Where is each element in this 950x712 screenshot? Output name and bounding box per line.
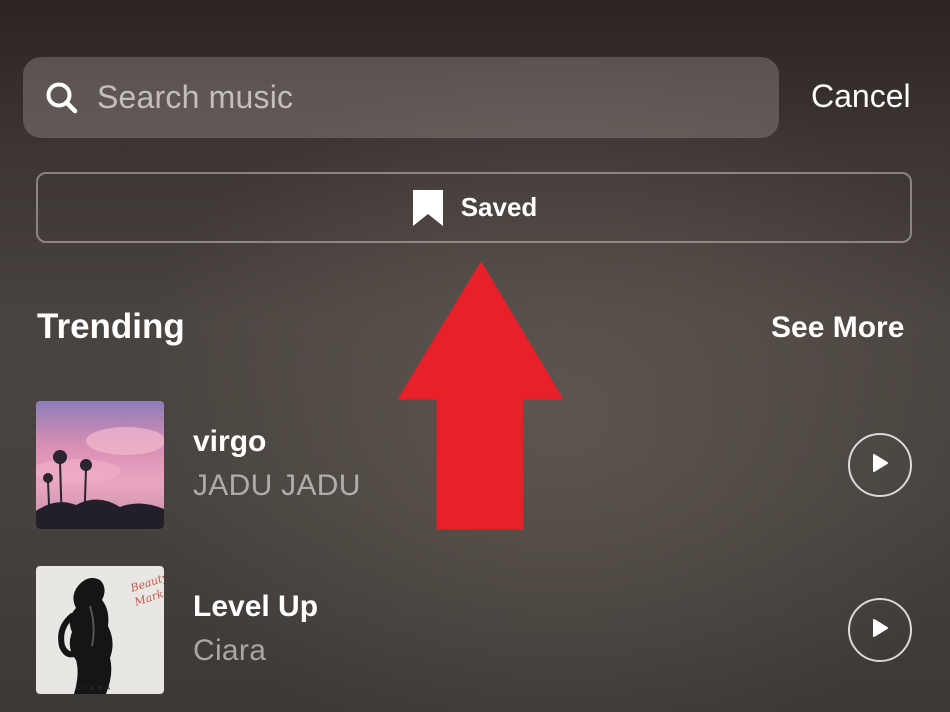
track-title: virgo bbox=[193, 425, 267, 458]
saved-button[interactable]: Saved bbox=[36, 172, 912, 243]
play-icon bbox=[870, 617, 890, 644]
saved-label: Saved bbox=[460, 192, 538, 222]
trending-heading: Trending bbox=[37, 307, 185, 346]
bookmark-icon bbox=[411, 189, 445, 227]
track-title: Level Up bbox=[193, 590, 319, 623]
play-icon bbox=[870, 452, 890, 479]
play-button[interactable] bbox=[848, 598, 912, 662]
album-cover-level-up: Beauty Marks CIARA bbox=[36, 566, 164, 694]
search-placeholder: Search music bbox=[97, 79, 294, 115]
red-arrow-annotation bbox=[398, 262, 564, 530]
svg-text:CIARA: CIARA bbox=[76, 685, 114, 692]
play-button[interactable] bbox=[848, 433, 912, 497]
track-artist: Ciara bbox=[193, 634, 267, 667]
track-artist: JADU JADU bbox=[193, 469, 361, 502]
see-more-link[interactable]: See More bbox=[771, 311, 904, 345]
album-cover-virgo bbox=[36, 401, 164, 529]
search-icon bbox=[45, 81, 79, 115]
track-row[interactable]: Beauty Marks CIARA Level Up Ciara bbox=[36, 566, 916, 694]
search-input[interactable]: Search music bbox=[23, 57, 779, 138]
cancel-button[interactable]: Cancel bbox=[811, 78, 911, 115]
